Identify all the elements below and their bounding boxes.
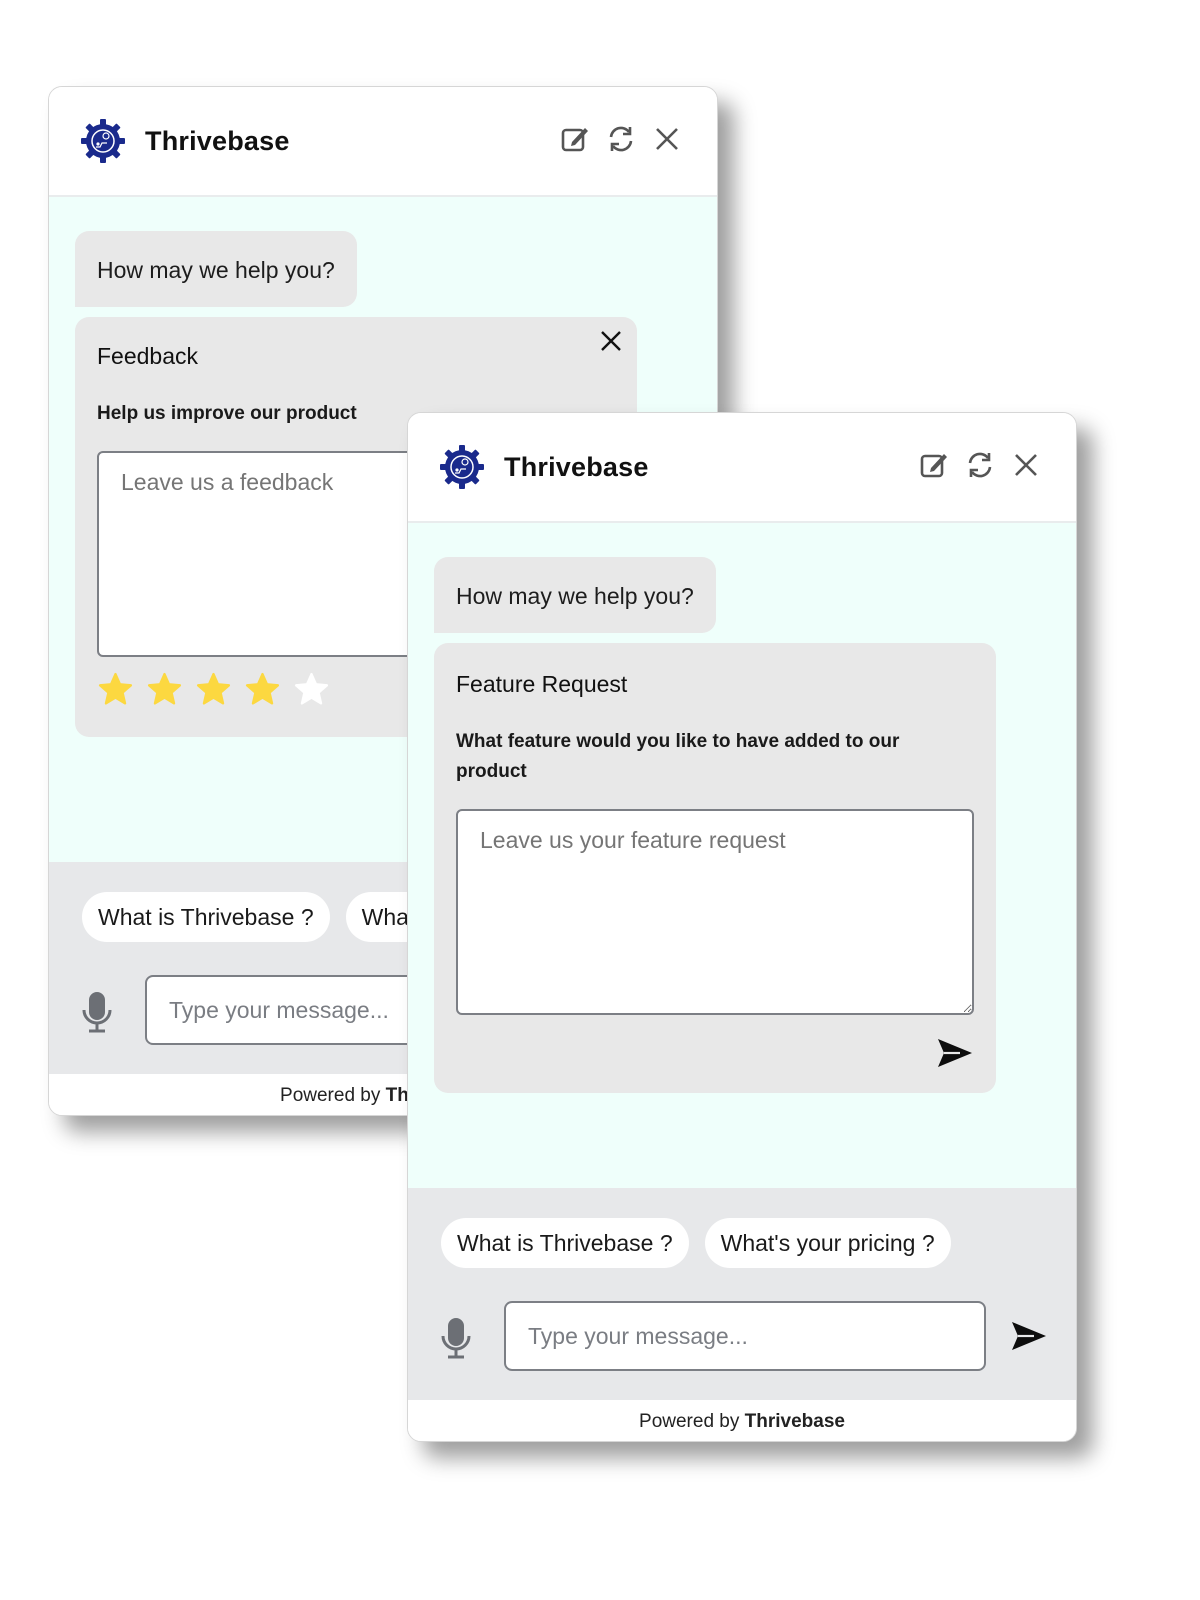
input-area: What is Thrivebase ? What's your pricing… (408, 1188, 1076, 1400)
quick-reply-chip[interactable]: What's your pricing ? (704, 1218, 951, 1268)
microphone-icon[interactable] (79, 988, 115, 1036)
feature-request-textarea[interactable] (456, 809, 974, 1015)
chat-header: Thrivebase (408, 413, 1076, 523)
card-subtitle: What feature would you like to have adde… (456, 731, 900, 782)
powered-by-footer: Powered by Thrivebase (408, 1400, 1076, 1441)
star-filled-icon[interactable] (146, 671, 183, 708)
feature-request-card: Feature Request What feature would you l… (434, 643, 996, 1093)
footer-brand[interactable]: Thrivebase (745, 1411, 845, 1432)
card-title: Feedback (97, 343, 199, 369)
footer-prefix: Powered by (280, 1085, 381, 1106)
new-chat-icon[interactable] (918, 449, 950, 481)
refresh-icon[interactable] (964, 449, 996, 481)
brand-name: Thrivebase (504, 451, 649, 482)
chat-messages: How may we help you? Feature Request Wha… (408, 523, 1076, 1188)
brand-name: Thrivebase (145, 125, 290, 156)
microphone-icon[interactable] (438, 1314, 474, 1362)
quick-reply-chip[interactable]: What is Thrivebase ? (82, 892, 330, 942)
card-title: Feature Request (456, 671, 628, 697)
chat-window-feature-request: Thrivebase How may we help you? Feature … (407, 412, 1077, 1442)
new-chat-icon[interactable] (559, 123, 591, 155)
message-input[interactable] (504, 1301, 986, 1371)
close-icon[interactable] (1010, 449, 1042, 481)
send-message-icon[interactable] (1008, 1316, 1048, 1356)
send-icon[interactable] (934, 1033, 974, 1073)
close-card-icon[interactable] (597, 327, 625, 355)
footer-prefix: Powered by (639, 1411, 740, 1432)
star-filled-icon[interactable] (195, 671, 232, 708)
thrivebase-logo-icon (81, 119, 125, 163)
star-filled-icon[interactable] (97, 671, 134, 708)
chat-header: Thrivebase (49, 87, 717, 197)
thrivebase-logo-icon (440, 445, 484, 489)
star-filled-icon[interactable] (244, 671, 281, 708)
close-icon[interactable] (651, 123, 683, 155)
quick-reply-chip[interactable]: What is Thrivebase ? (441, 1218, 689, 1268)
refresh-icon[interactable] (605, 123, 637, 155)
bot-message: How may we help you? (434, 557, 716, 633)
star-empty-icon[interactable] (293, 671, 330, 708)
star-rating[interactable] (97, 671, 330, 708)
bot-message: How may we help you? (75, 231, 357, 307)
